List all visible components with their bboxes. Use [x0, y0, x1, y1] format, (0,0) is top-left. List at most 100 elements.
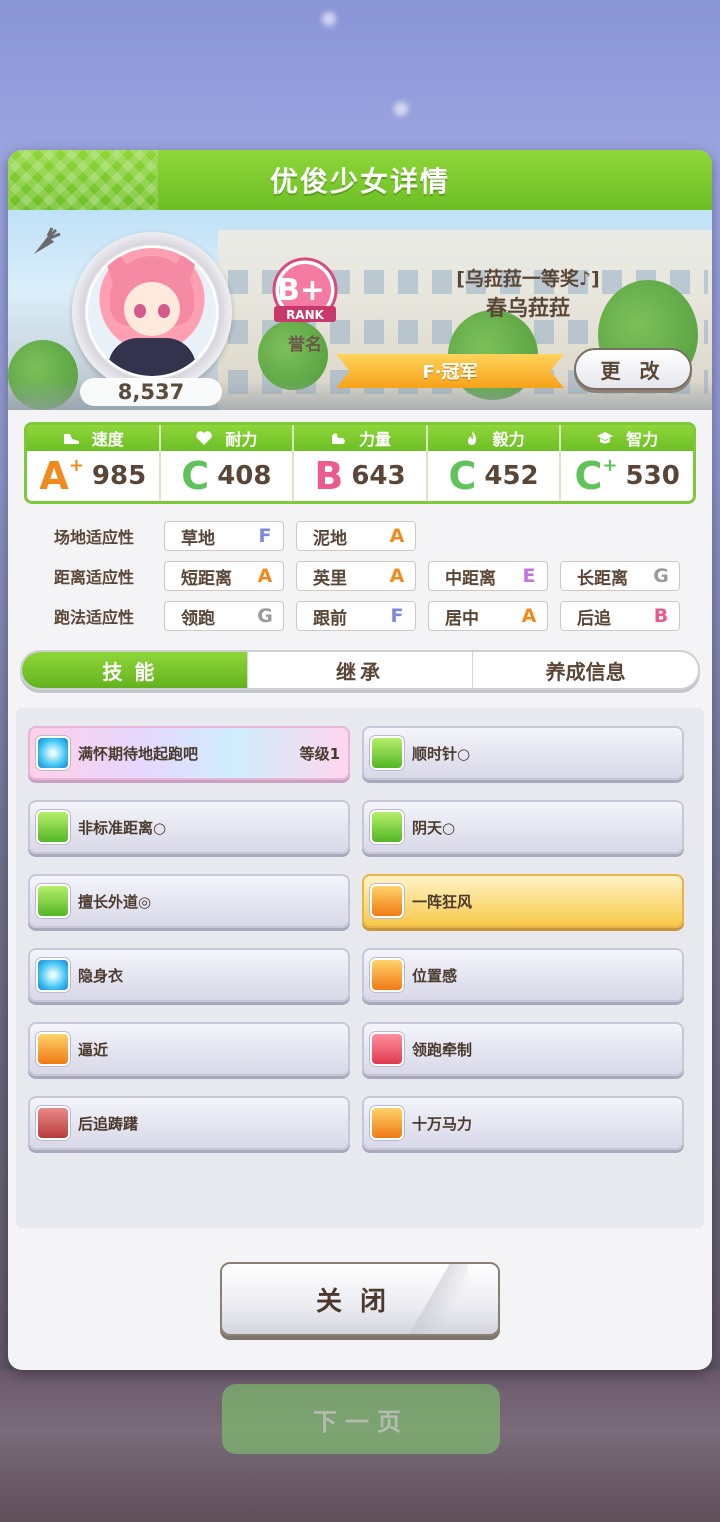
stat-label: 力量: [358, 430, 391, 449]
stat-speed: 速度 A+ 985: [27, 425, 161, 501]
detail-tabs: 技能 继承 养成信息: [20, 650, 700, 690]
skill-track-icon: [370, 736, 404, 770]
stat-value: 530: [625, 461, 680, 491]
character-portrait[interactable]: [88, 248, 216, 376]
skill-runner-icon: [36, 1032, 70, 1066]
stat-power: 力量 B 643: [294, 425, 428, 501]
skill-runner-icon: [370, 1106, 404, 1140]
skill-level: 等级1: [299, 744, 340, 763]
aptitude-grade: E: [522, 565, 536, 587]
aptitude-grade: F: [390, 605, 404, 627]
skill-flame-icon: [370, 810, 404, 844]
stat-label: 速度: [91, 430, 124, 449]
skill-name: 后追踌躇: [78, 1114, 139, 1133]
stats-panel: 速度 A+ 985 耐力 C 408 力量 B 643 毅力 C 452 智力 …: [24, 422, 696, 504]
change-title-button[interactable]: 更 改: [574, 348, 692, 390]
carrot-icon: [34, 227, 61, 254]
skill-name: 顺时针○: [412, 744, 471, 763]
dialog-header: 优俊少女详情: [8, 150, 712, 210]
header-pattern: [8, 150, 158, 210]
skill-name: 一阵狂风: [412, 892, 473, 911]
stat-grade: C: [181, 454, 210, 498]
stat-value: 643: [351, 461, 406, 491]
stat-wisdom: 智力 C+ 530: [561, 425, 693, 501]
aptitude-grade: A: [257, 565, 273, 587]
skill-name: 阴天○: [412, 818, 456, 837]
tab-training-info[interactable]: 养成信息: [473, 652, 698, 688]
aptitude-cell: 居中 A: [428, 601, 548, 631]
skill-item[interactable]: 领跑牵制: [362, 1022, 684, 1076]
rank-badge-icon: B+ RANK: [272, 257, 338, 323]
skill-item[interactable]: 一阵狂风: [362, 874, 684, 928]
graduation-cap-icon: [597, 432, 614, 444]
skill-sparkle-icon: [370, 1032, 404, 1066]
aptitude-cell: 草地 F: [164, 521, 284, 551]
skill-sparkle-icon: [36, 736, 70, 770]
character-name: 春乌菈菈: [486, 296, 570, 320]
skill-item[interactable]: 后追踌躇: [28, 1096, 350, 1150]
aptitude-cell: 跟前 F: [296, 601, 416, 631]
tab-skills[interactable]: 技能: [22, 652, 248, 688]
aptitude-cell: 后追 B: [560, 601, 680, 631]
umamusume-detail-dialog: 优俊少女详情 8,537 B+ RANK 誉名 [乌菈菈一等奖♪] 春乌菈菈 F…: [8, 150, 712, 1370]
aptitude-track-row: 场地适应性 草地 F 泥地 A: [24, 520, 428, 552]
skill-name: 逼近: [78, 1040, 109, 1059]
aptitude-grade: A: [521, 605, 537, 627]
skill-item[interactable]: 阴天○: [362, 800, 684, 854]
skill-horse-icon: [36, 1106, 70, 1140]
skill-name: 隐身衣: [78, 966, 124, 985]
skill-item[interactable]: 非标准距离○: [28, 800, 350, 854]
aptitude-cell: 泥地 A: [296, 521, 416, 551]
skill-item[interactable]: 顺时针○: [362, 726, 684, 780]
rank-caption: 誉名: [288, 335, 322, 355]
aptitude-cell: 领跑 G: [164, 601, 284, 631]
aptitude-distance-row: 距离适应性 短距离 A 英里 A 中距离 E 长距离 G: [24, 560, 692, 592]
skill-track-icon: [36, 884, 70, 918]
skill-name: 位置感: [412, 966, 458, 985]
muscle-icon: [331, 433, 345, 444]
rank-grade: B+: [277, 273, 325, 308]
aptitude-style-row: 跑法适应性 领跑 G 跟前 F 居中 A 后追 B: [24, 600, 692, 632]
skill-name: 非标准距离○: [78, 818, 167, 837]
skill-runner-icon: [370, 884, 404, 918]
tab-inheritance[interactable]: 继承: [248, 652, 474, 688]
aptitude-label: 场地适应性: [53, 528, 134, 547]
shoe-icon: [63, 434, 79, 444]
stat-value: 452: [484, 461, 539, 491]
skill-item[interactable]: 逼近: [28, 1022, 350, 1076]
stat-label: 智力: [626, 430, 659, 449]
skill-item[interactable]: 满怀期待地起跑吧 等级1: [28, 726, 350, 780]
skill-item[interactable]: 擅长外道◎: [28, 874, 350, 928]
aptitude-grade: G: [653, 565, 669, 587]
stat-stamina: 耐力 C 408: [160, 425, 295, 501]
skills-panel: 满怀期待地起跑吧 等级1 顺时针○ 非标准距离○ 阴天○ 擅长外道◎ 一阵狂风 …: [16, 708, 704, 1228]
aptitude-cell: 英里 A: [296, 561, 416, 591]
close-button[interactable]: 关闭: [220, 1262, 500, 1336]
skill-name: 擅长外道◎: [78, 892, 152, 911]
next-button-behind: 下一页: [222, 1384, 500, 1454]
skill-heart-icon: [36, 810, 70, 844]
stat-grade: C+: [574, 454, 618, 498]
aptitude-cell: 中距离 E: [428, 561, 548, 591]
fan-count: 8,537: [80, 378, 222, 406]
stat-grade: C: [448, 454, 477, 498]
skill-item[interactable]: 位置感: [362, 948, 684, 1002]
skill-name: 满怀期待地起跑吧: [78, 744, 199, 763]
stat-value: 985: [91, 461, 147, 491]
background-sparkle: [394, 102, 408, 116]
background-sparkle: [322, 12, 336, 26]
aptitude-grade: B: [653, 605, 669, 627]
aptitude-label: 距离适应性: [53, 568, 134, 587]
skill-item[interactable]: 隐身衣: [28, 948, 350, 1002]
stat-grade: A+: [39, 454, 84, 498]
skill-sparkle-icon: [36, 958, 70, 992]
skill-position-icon: [370, 958, 404, 992]
stat-label: 毅力: [492, 430, 525, 449]
flame-icon: [467, 431, 476, 445]
skill-name: 领跑牵制: [412, 1040, 473, 1059]
aptitude-label: 跑法适应性: [53, 608, 134, 627]
aptitude-cell: 短距离 A: [164, 561, 284, 591]
skill-item[interactable]: 十万马力: [362, 1096, 684, 1150]
aptitude-cell: 长距离 G: [560, 561, 680, 591]
title-ribbon[interactable]: F·冠军: [336, 354, 564, 388]
